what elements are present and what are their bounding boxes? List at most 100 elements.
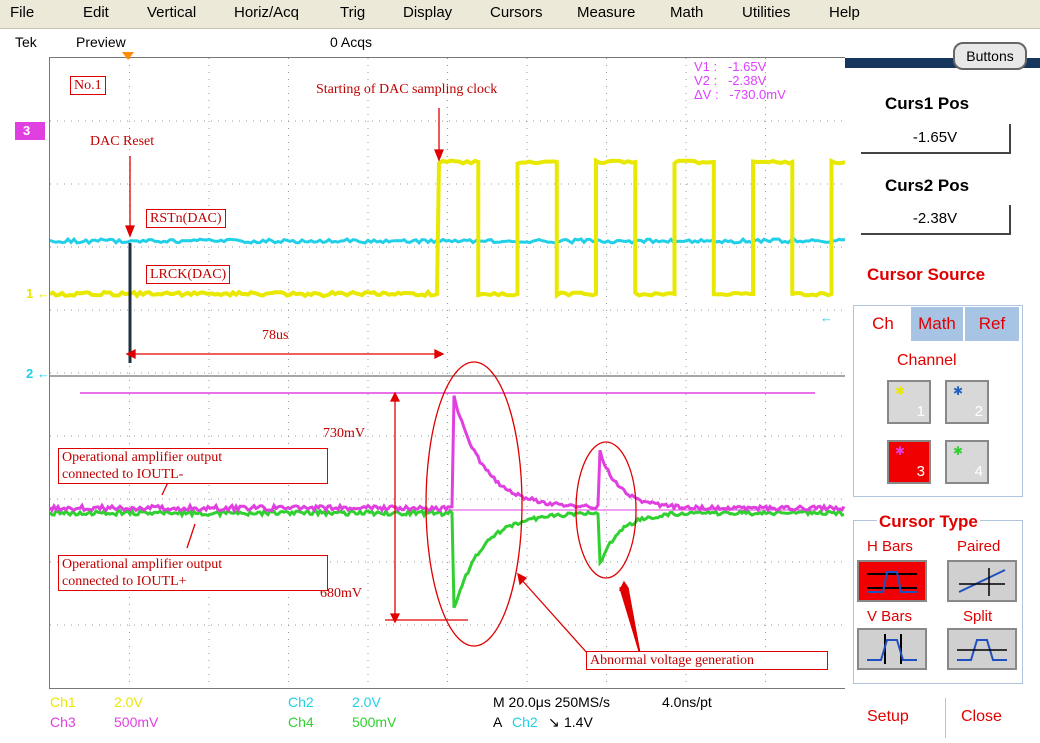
h-bars-icon: [859, 562, 925, 600]
menu-utilities[interactable]: Utilities: [742, 4, 790, 21]
ch2-marker[interactable]: 2 ←: [26, 366, 50, 381]
ch3-scale: 500mV: [114, 714, 158, 730]
curs2-title: Curs2 Pos: [885, 176, 969, 196]
channel-1-label: 1: [917, 403, 925, 420]
timebase-readout[interactable]: M 20.0μs 250MS/s: [493, 694, 610, 710]
channel-2-label: 2: [975, 403, 983, 420]
channel-2-button[interactable]: ✱ 2: [945, 380, 989, 424]
menu-bar: File Edit Vertical Horiz/Acq Trig Displa…: [0, 0, 1040, 29]
tab-ch[interactable]: Ch: [857, 307, 909, 341]
label-op-amp-minus-line2: connected to IOUTL-: [62, 466, 324, 483]
menu-edit[interactable]: Edit: [83, 4, 109, 21]
cursor-source-title: Cursor Source: [867, 265, 985, 285]
ch3-marker-label: 3: [23, 123, 30, 138]
ch1-label[interactable]: Ch1: [50, 694, 76, 710]
trigger-channel[interactable]: Ch2: [512, 714, 538, 730]
waveform-canvas: [50, 58, 845, 688]
graticule: [50, 58, 845, 688]
v1-label: V1 :: [694, 59, 717, 74]
ch1-dot-icon: ✱: [895, 384, 905, 398]
label-op-amp-plus-line2: connected to IOUTL+: [62, 573, 324, 590]
ch3-dot-icon: ✱: [895, 444, 905, 458]
label-no1: No.1: [70, 76, 106, 95]
paired-button[interactable]: [947, 560, 1017, 602]
label-op-amp-minus-line1: Operational amplifier output: [62, 449, 324, 466]
ch2-label[interactable]: Ch2: [288, 694, 314, 710]
label-rstn: RSTn(DAC): [146, 209, 226, 228]
cursor-control-panel: Buttons Curs1 Pos -1.65V Curs2 Pos -2.38…: [845, 30, 1040, 743]
ch1-marker-label: 1: [26, 286, 33, 301]
menu-vertical[interactable]: Vertical: [147, 4, 196, 21]
buttons-toggle[interactable]: Buttons: [953, 42, 1027, 70]
v1-value: -1.65V: [728, 59, 766, 74]
label-op-amp-minus: Operational amplifier output connected t…: [58, 448, 328, 484]
paired-label: Paired: [957, 538, 1000, 555]
ch4-dot-icon: ✱: [953, 444, 963, 458]
label-op-amp-plus: Operational amplifier output connected t…: [58, 555, 328, 591]
h-bars-label: H Bars: [867, 538, 913, 555]
menu-trig[interactable]: Trig: [340, 4, 365, 21]
label-op-amp-plus-line1: Operational amplifier output: [62, 556, 324, 573]
resolution-readout: 4.0ns/pt: [662, 694, 712, 710]
label-abnormal: Abnormal voltage generation: [586, 651, 828, 670]
menu-math[interactable]: Math: [670, 4, 703, 21]
channel-3-button[interactable]: ✱ 3: [887, 440, 931, 484]
split-button[interactable]: [947, 628, 1017, 670]
label-dac-clock: Starting of DAC sampling clock: [316, 82, 497, 98]
dv-label: ΔV :: [694, 87, 719, 102]
cursor-type-title: Cursor Type: [877, 512, 980, 532]
ch1-scale: 2.0V: [114, 694, 143, 710]
v-bars-icon: [859, 630, 925, 668]
ch4-scale: 500mV: [352, 714, 396, 730]
trigger-slope-icon: ↘: [548, 714, 560, 731]
menu-measure[interactable]: Measure: [577, 4, 635, 21]
waveform-display[interactable]: No.1 Starting of DAC sampling clock DAC …: [49, 57, 846, 689]
label-dac-reset: DAC Reset: [90, 134, 154, 150]
channel-4-button[interactable]: ✱ 4: [945, 440, 989, 484]
trigger-position-icon: [122, 52, 134, 60]
close-button[interactable]: Close: [961, 708, 1002, 726]
v-bars-label: V Bars: [867, 608, 912, 625]
curs1-title: Curs1 Pos: [885, 94, 969, 114]
curs1-value-field[interactable]: -1.65V: [861, 124, 1011, 154]
setup-button[interactable]: Setup: [867, 708, 909, 726]
h-bars-button[interactable]: [857, 560, 927, 602]
menu-display[interactable]: Display: [403, 4, 452, 21]
menu-help[interactable]: Help: [829, 4, 860, 21]
trigger-level: 1.4V: [564, 714, 593, 730]
dv-value: -730.0mV: [729, 87, 785, 102]
ch3-label[interactable]: Ch3: [50, 714, 76, 730]
paired-icon: [949, 562, 1015, 600]
ch2-marker-label: 2: [26, 366, 33, 381]
split-icon: [949, 630, 1015, 668]
channel-1-button[interactable]: ✱ 1: [887, 380, 931, 424]
trigger-level-arrow-icon: ←: [820, 310, 833, 325]
mode-label: Preview: [76, 34, 126, 50]
footer-divider: [945, 698, 946, 738]
split-label: Split: [963, 608, 992, 625]
v2-value: -2.38V: [728, 73, 766, 88]
status-bar: Tek Preview 0 Acqs: [0, 30, 845, 54]
v2-label: V2 :: [694, 73, 717, 88]
ch2-waveform: [50, 239, 845, 243]
menu-horiz-acq[interactable]: Horiz/Acq: [234, 4, 299, 21]
ch2-scale: 2.0V: [352, 694, 381, 710]
ch1-marker[interactable]: 1 ←: [26, 286, 50, 301]
channel-4-label: 4: [975, 463, 983, 480]
menu-file[interactable]: File: [10, 4, 34, 21]
ch3-marker[interactable]: 3 ←: [15, 122, 45, 140]
v-bars-button[interactable]: [857, 628, 927, 670]
tab-ref[interactable]: Ref: [965, 307, 1019, 341]
acq-count: 0 Acqs: [330, 34, 372, 50]
tab-math[interactable]: Math: [911, 307, 963, 341]
curs2-value-field[interactable]: -2.38V: [861, 205, 1011, 235]
channel-3-label: 3: [917, 463, 925, 480]
source-tabs: Ch Math Ref: [855, 307, 1021, 341]
brand-label: Tek: [15, 34, 37, 50]
label-78us: 78us: [262, 328, 288, 344]
channel-label: Channel: [897, 352, 957, 370]
ch4-label[interactable]: Ch4: [288, 714, 314, 730]
menu-cursors[interactable]: Cursors: [490, 4, 543, 21]
label-730mv: 730mV: [323, 426, 365, 442]
ch2-dot-icon: ✱: [953, 384, 963, 398]
